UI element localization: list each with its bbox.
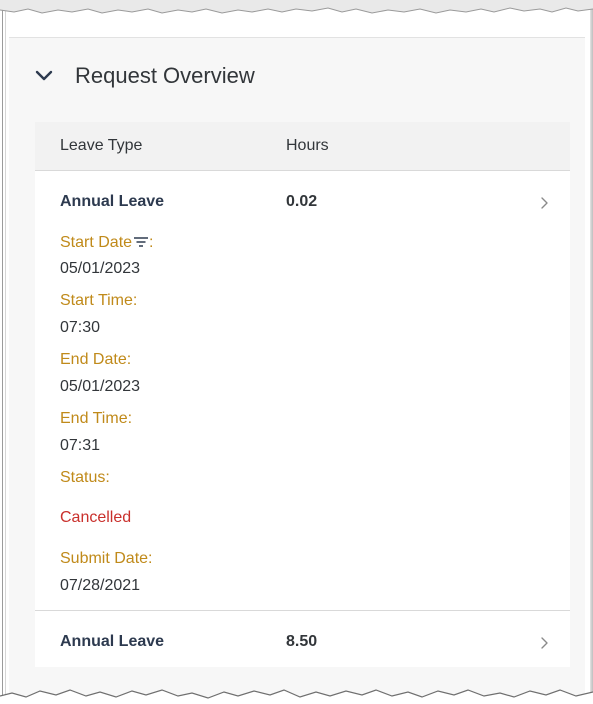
end-time-label: End Time: bbox=[60, 410, 133, 427]
sort-filter-icon[interactable] bbox=[133, 236, 149, 248]
hours-cell: 0.02 bbox=[286, 193, 318, 210]
end-time-value: 07:31 bbox=[60, 437, 101, 454]
start-date-label-colon: : bbox=[149, 234, 154, 251]
request-overview-panel: Request Overview Leave Type Hours Annual… bbox=[9, 37, 585, 704]
start-date-label: Start Date: bbox=[60, 233, 570, 253]
column-header-leave-type: Leave Type bbox=[60, 137, 143, 154]
end-date-value: 05/01/2023 bbox=[60, 378, 141, 395]
start-time-label: Start Time: bbox=[60, 292, 138, 309]
leave-type-cell: Annual Leave bbox=[60, 633, 165, 650]
submit-date-value: 07/28/2021 bbox=[60, 577, 141, 594]
page: Request Overview Leave Type Hours Annual… bbox=[0, 0, 593, 704]
row-details: Start Date: 05/01/2023 Start Time: 07:30… bbox=[35, 227, 570, 610]
status-value: Cancelled bbox=[60, 509, 132, 526]
leave-requests-table: Leave Type Hours Annual Leave 0.02 Start… bbox=[35, 122, 570, 667]
section-header[interactable]: Request Overview bbox=[35, 58, 255, 94]
hours-cell: 8.50 bbox=[286, 633, 318, 650]
status-label: Status: bbox=[60, 469, 110, 486]
table-row[interactable]: Annual Leave 0.02 Start Date: 05/01/2023… bbox=[35, 171, 570, 610]
torn-edge-bottom bbox=[0, 689, 593, 704]
start-time-value: 07:30 bbox=[60, 319, 101, 336]
chevron-right-icon[interactable] bbox=[539, 195, 551, 211]
start-date-value: 05/01/2023 bbox=[60, 260, 141, 277]
frame-left-edge bbox=[2, 0, 6, 704]
table-row[interactable]: Annual Leave 8.50 bbox=[35, 610, 570, 667]
table-header: Leave Type Hours bbox=[35, 122, 570, 171]
chevron-down-icon[interactable] bbox=[35, 69, 53, 83]
row-summary[interactable]: Annual Leave 8.50 bbox=[35, 611, 570, 667]
leave-type-cell: Annual Leave bbox=[60, 193, 165, 210]
section-title: Request Overview bbox=[75, 63, 255, 88]
column-header-hours: Hours bbox=[286, 137, 329, 154]
start-date-label-text: Start Date bbox=[60, 234, 133, 251]
submit-date-label: Submit Date: bbox=[60, 550, 153, 567]
chevron-right-icon[interactable] bbox=[539, 635, 551, 651]
end-date-label: End Date: bbox=[60, 351, 132, 368]
row-summary[interactable]: Annual Leave 0.02 bbox=[35, 171, 570, 227]
torn-edge-top bbox=[0, 0, 593, 14]
